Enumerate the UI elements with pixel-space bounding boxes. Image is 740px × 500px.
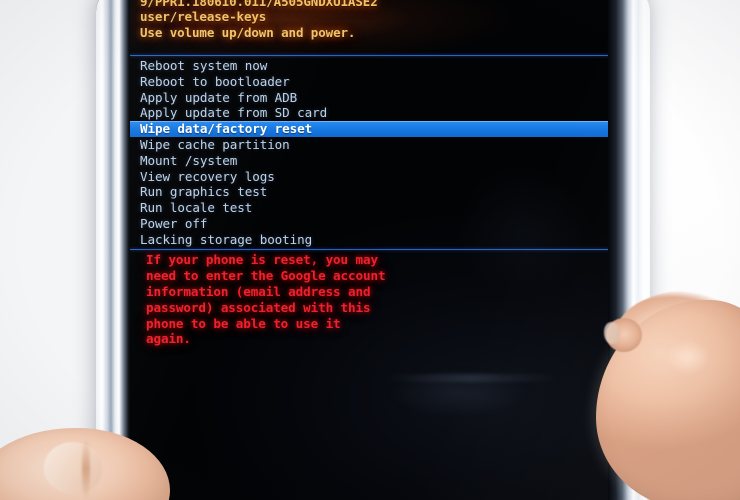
factory-reset-warning: If your phone is reset, you may need to … <box>128 252 610 347</box>
left-hand-thumbnail-edge <box>82 438 90 500</box>
menu-item-run-graphics-test[interactable]: Run graphics test <box>128 184 610 200</box>
menu-item-apply-update-from-adb[interactable]: Apply update from ADB <box>128 90 610 106</box>
menu-warning-divider <box>129 249 609 250</box>
menu-item-reboot-system-now[interactable]: Reboot system now <box>128 58 610 74</box>
menu-item-power-off[interactable]: Power off <box>128 216 610 232</box>
header-menu-divider <box>129 55 609 56</box>
menu-item-wipe-data-factory-reset[interactable]: Wipe data/factory reset <box>128 121 610 137</box>
menu-item-reboot-to-bootloader[interactable]: Reboot to bootloader <box>128 74 610 90</box>
warning-line-4: phone to be able to use it <box>146 315 341 331</box>
header-line-1: 9/PPR1.180610.011/A505GNDXU1ASE2 <box>140 0 378 9</box>
warning-line-5: again. <box>146 331 191 347</box>
recovery-screen[interactable]: samsung/a50xtc/a50 9/PPR1.180610.011/A50… <box>128 0 610 500</box>
menu-item-mount-system[interactable]: Mount /system <box>128 153 610 169</box>
recovery-menu[interactable]: Reboot system now Reboot to bootloader A… <box>128 58 610 248</box>
menu-item-apply-update-from-sd-card[interactable]: Apply update from SD card <box>128 105 610 121</box>
warning-line-1: need to enter the Google account <box>146 267 386 283</box>
right-hand-knuckle <box>660 338 722 384</box>
header-line-2: user/release-keys <box>140 9 267 25</box>
menu-item-run-locale-test[interactable]: Run locale test <box>128 200 610 216</box>
menu-item-wipe-cache-partition[interactable]: Wipe cache partition <box>128 137 610 153</box>
warning-line-2: information (email address and <box>146 283 371 299</box>
recovery-header: samsung/a50xtc/a50 9/PPR1.180610.011/A50… <box>128 0 610 40</box>
screenshot-stage: samsung/a50xtc/a50 9/PPR1.180610.011/A50… <box>0 0 740 500</box>
left-hand-thumbnail <box>44 442 102 494</box>
screen-reflection-streak <box>383 374 558 382</box>
warning-line-3: password) associated with this <box>146 299 371 315</box>
header-line-3: Use volume up/down and power. <box>140 24 356 40</box>
screen-reflection-lower <box>358 358 558 428</box>
menu-item-lacking-storage-booting[interactable]: Lacking storage booting <box>128 232 610 248</box>
phone-bezel-left <box>96 0 130 500</box>
right-hand-fingernail <box>604 322 620 344</box>
menu-item-view-recovery-logs[interactable]: View recovery logs <box>128 169 610 185</box>
warning-line-0: If your phone is reset, you may <box>146 252 378 267</box>
